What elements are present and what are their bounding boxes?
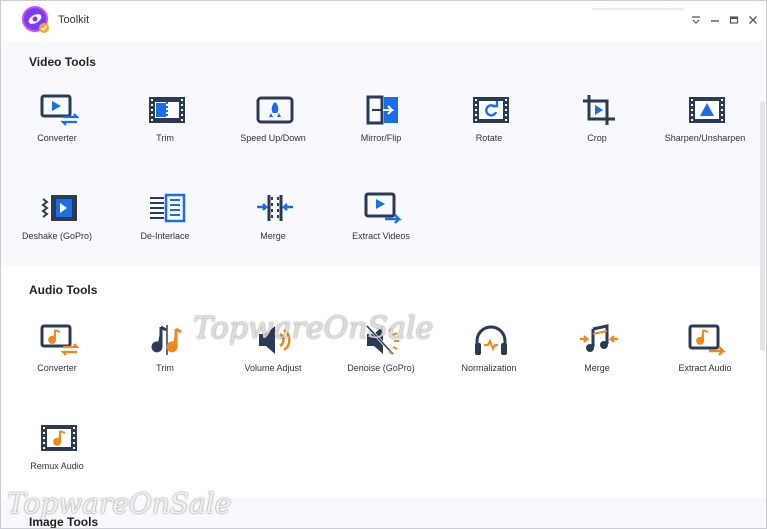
tool-audio-converter[interactable]: Converter <box>3 321 111 393</box>
section-title: Image Tools <box>29 515 99 529</box>
tool-sharpen[interactable]: Sharpen/Unsharpen <box>651 91 759 163</box>
tool-label: Merge <box>260 231 286 241</box>
scrollbar[interactable] <box>760 101 765 351</box>
tool-label: Remux Audio <box>30 461 84 471</box>
crop-icon <box>583 95 615 125</box>
deinterlace-icon <box>150 193 186 223</box>
remux-audio-icon <box>41 425 77 451</box>
tool-label: Speed Up/Down <box>240 133 306 143</box>
window-title: Toolkit <box>58 14 90 26</box>
tool-label: Sharpen/Unsharpen <box>664 133 746 143</box>
extract-video-icon <box>364 192 402 224</box>
close-icon[interactable] <box>746 13 760 27</box>
sharpen-icon <box>689 97 725 123</box>
tool-crop[interactable]: Crop <box>543 91 651 163</box>
tool-label: Trim <box>156 363 174 373</box>
tool-deshake[interactable]: Deshake (GoPro) <box>3 189 111 261</box>
volume-icon <box>259 326 291 354</box>
tool-label: Normalization <box>461 363 517 373</box>
tool-denoise[interactable]: Denoise (GoPro) <box>327 321 435 393</box>
tool-rotate[interactable]: Rotate <box>435 91 543 163</box>
tool-extract-audio[interactable]: Extract Audio <box>651 321 759 393</box>
tool-extract-videos[interactable]: Extract Videos <box>327 189 435 261</box>
section-title: Audio Tools <box>29 283 98 297</box>
titlebar-accent <box>592 8 684 10</box>
tool-video-trim[interactable]: Trim <box>111 91 219 163</box>
tool-audio-trim[interactable]: Trim <box>111 321 219 393</box>
video-tools-section: Video Tools Converter Trim Speed Up/Down… <box>1 41 766 267</box>
tool-label: Converter <box>37 133 77 143</box>
tool-video-merge[interactable]: Merge <box>219 189 327 261</box>
tool-volume-adjust[interactable]: Volume Adjust <box>219 321 327 393</box>
rotate-icon <box>473 97 509 123</box>
audio-trim-icon <box>151 325 182 355</box>
content-area: Video Tools Converter Trim Speed Up/Down… <box>1 41 766 529</box>
tool-label: Mirror/Flip <box>360 133 402 143</box>
tool-deinterlace[interactable]: De-Interlace <box>111 189 219 261</box>
tool-label: Merge <box>584 363 610 373</box>
audio-merge-icon <box>580 324 618 352</box>
toolkit-window: Toolkit Video Tools Converter Trim Speed… <box>0 0 767 529</box>
tool-label: Rotate <box>475 133 503 143</box>
section-title: Video Tools <box>29 55 96 69</box>
tool-mirror-flip[interactable]: Mirror/Flip <box>327 91 435 163</box>
app-logo-icon <box>22 6 49 33</box>
deshake-icon <box>41 195 77 221</box>
tool-label: Denoise (GoPro) <box>347 363 415 373</box>
audio-converter-icon <box>40 324 79 356</box>
video-merge-icon <box>257 195 293 221</box>
tool-speed[interactable]: Speed Up/Down <box>219 91 327 163</box>
video-converter-icon <box>40 94 79 126</box>
tool-label: Extract Videos <box>352 231 410 241</box>
minimize-icon[interactable] <box>708 13 722 27</box>
tool-label: Deshake (GoPro) <box>21 231 93 241</box>
tool-label: Trim <box>156 133 174 143</box>
tool-label: Volume Adjust <box>244 363 302 373</box>
maximize-icon[interactable] <box>727 13 741 27</box>
film-trim-icon <box>149 97 185 123</box>
tool-label: Converter <box>37 363 77 373</box>
tool-label: Crop <box>587 133 607 143</box>
tool-label: De-Interlace <box>140 231 190 241</box>
tool-label: Extract Audio <box>678 363 732 373</box>
tool-normalization[interactable]: Normalization <box>435 321 543 393</box>
tool-remux-audio[interactable]: Remux Audio <box>3 419 111 491</box>
dropdown-icon[interactable] <box>689 13 703 27</box>
denoise-icon <box>365 324 399 356</box>
extract-audio-icon <box>688 324 726 356</box>
audio-tools-section: Audio Tools Converter Trim Volume Adjust… <box>1 269 766 497</box>
headphones-icon <box>475 325 507 355</box>
tool-audio-merge[interactable]: Merge <box>543 321 651 393</box>
mirror-flip-icon <box>366 95 398 125</box>
tool-video-converter[interactable]: Converter <box>3 91 111 163</box>
image-tools-section: Image Tools <box>1 498 766 529</box>
rocket-icon <box>256 96 294 124</box>
titlebar: Toolkit <box>1 1 766 41</box>
